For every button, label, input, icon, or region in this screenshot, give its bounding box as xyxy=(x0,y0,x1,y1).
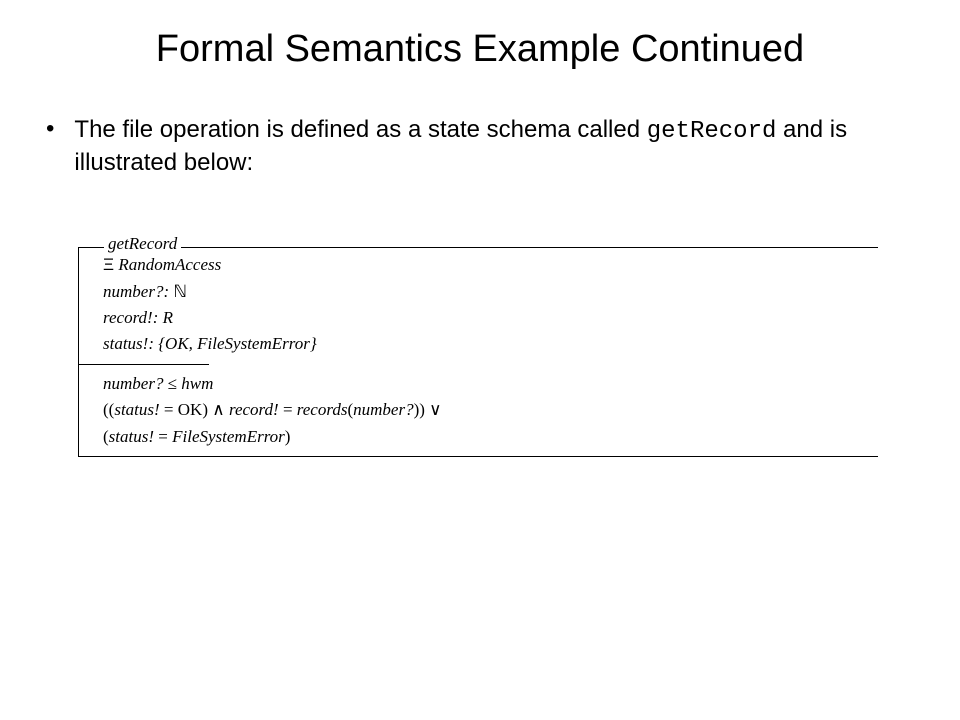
xi-icon: Ξ xyxy=(103,255,114,274)
slide: Formal Semantics Example Continued • The… xyxy=(0,0,960,720)
bullet-code: getRecord xyxy=(647,118,777,145)
decl-schema-ref: RandomAccess xyxy=(118,255,221,274)
z-schema-box: getRecord Ξ RandomAccess number?: ℕ reco… xyxy=(78,234,878,456)
schema-namebar: getRecord xyxy=(78,234,878,248)
schema-body: Ξ RandomAccess number?: ℕ record!: R sta… xyxy=(78,248,878,455)
bullet-text: The file operation is defined as a state… xyxy=(74,115,914,178)
decl-status-set: {OK, FileSystemError} xyxy=(158,334,316,353)
schema-top-left-line xyxy=(78,247,104,248)
pred-eq-1: = xyxy=(160,400,178,419)
pred-records-fn: records xyxy=(297,400,348,419)
pred-line-3: (status! = FileSystemError) xyxy=(103,424,878,450)
schema-mid-line xyxy=(79,364,209,365)
pred-or: ∨ xyxy=(429,400,441,419)
pred-status-2: status! xyxy=(109,427,154,446)
pred-error: FileSystemError xyxy=(172,427,285,446)
slide-title: Formal Semantics Example Continued xyxy=(24,28,936,71)
pred-ok: OK xyxy=(178,400,203,419)
decl-xi-randomaccess: Ξ RandomAccess xyxy=(103,252,878,278)
bullet-dot-icon: • xyxy=(46,117,54,141)
pred-eq-2: = xyxy=(279,400,297,419)
pred-eq-3: = xyxy=(154,427,172,446)
pred-number-arg: number? xyxy=(353,400,413,419)
decl-number: number?: ℕ xyxy=(103,279,878,305)
pred-line-1: number? ≤ hwm xyxy=(103,371,878,397)
decl-status: status!: {OK, FileSystemError} xyxy=(103,331,878,357)
decl-status-var: status!: xyxy=(103,334,154,353)
bullet-text-pre: The file operation is defined as a state… xyxy=(74,116,646,143)
decl-number-type: ℕ xyxy=(173,282,187,301)
decl-number-var: number?: xyxy=(103,282,169,301)
decl-record: record!: R xyxy=(103,305,878,331)
schema-top-right-line xyxy=(181,247,878,248)
bullet-item: • The file operation is defined as a sta… xyxy=(46,115,936,178)
decl-record-type: R xyxy=(163,308,173,327)
pred-and: ∧ xyxy=(212,400,224,419)
pred-number: number? xyxy=(103,374,163,393)
pred-hwm: hwm xyxy=(181,374,213,393)
decl-record-var: record!: xyxy=(103,308,158,327)
pred-leq: ≤ xyxy=(168,374,177,393)
schema-bottom-line xyxy=(78,456,878,457)
pred-status: status! xyxy=(114,400,159,419)
pred-line-2: ((status! = OK) ∧ record! = records(numb… xyxy=(103,397,878,423)
schema-name: getRecord xyxy=(104,234,181,254)
pred-record: record! xyxy=(229,400,279,419)
